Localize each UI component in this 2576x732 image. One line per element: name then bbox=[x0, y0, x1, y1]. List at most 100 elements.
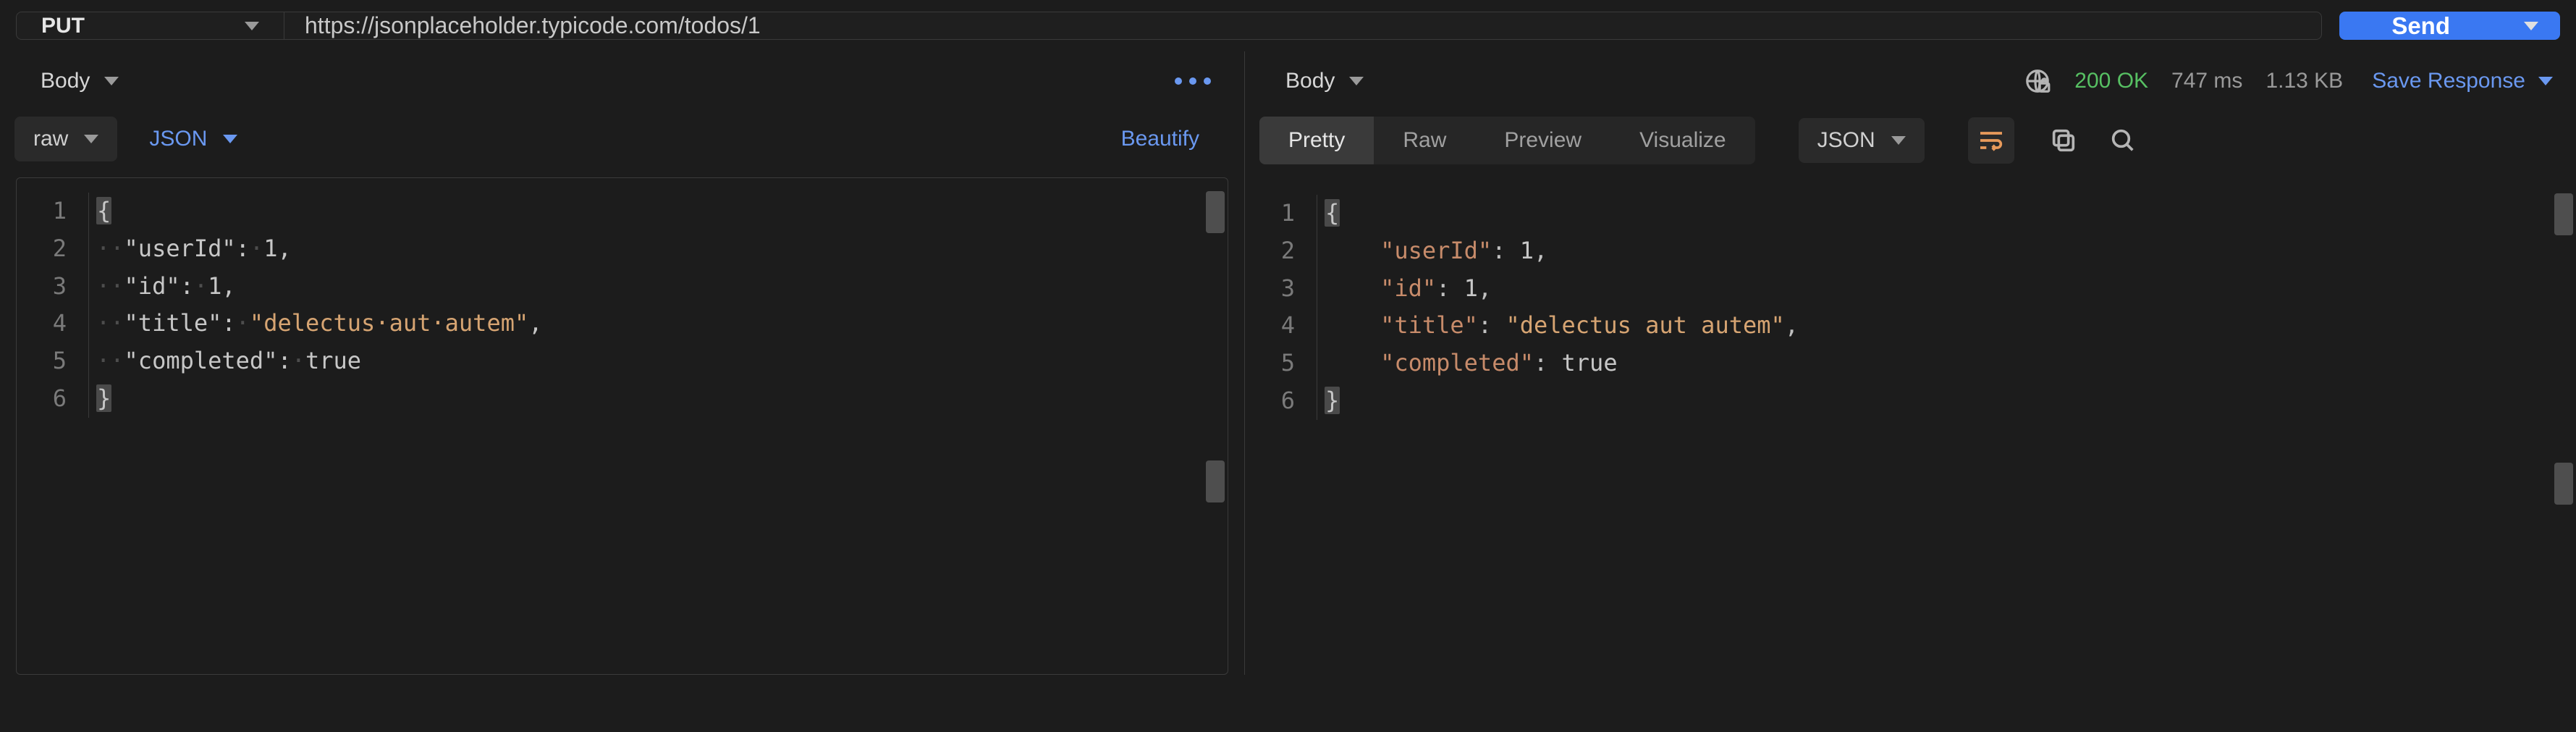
response-time: 747 ms bbox=[2171, 69, 2242, 93]
send-button[interactable]: Send bbox=[2339, 12, 2502, 40]
scrollbar-thumb[interactable] bbox=[2554, 463, 2573, 505]
code-line: 5··"completed":·true bbox=[17, 342, 1228, 380]
globe-icon bbox=[2024, 67, 2051, 95]
view-tab-visualize[interactable]: Visualize bbox=[1610, 117, 1755, 164]
view-tab-preview[interactable]: Preview bbox=[1475, 117, 1610, 164]
code-line: 4··"title":·"delectus·aut·autem", bbox=[17, 305, 1228, 342]
status-code: 200 OK bbox=[2074, 69, 2148, 93]
chevron-down-icon bbox=[1349, 77, 1364, 85]
line-content: "userId": 1, bbox=[1317, 232, 1547, 270]
line-content: } bbox=[1317, 382, 1340, 420]
dot-icon bbox=[1204, 77, 1211, 85]
code-line: 5 "completed": true bbox=[1245, 345, 2576, 382]
request-tab-row: Body bbox=[0, 51, 1244, 111]
chevron-down-icon bbox=[2538, 77, 2553, 85]
response-size: 1.13 KB bbox=[2265, 69, 2343, 93]
body-format-value: JSON bbox=[149, 127, 207, 151]
copy-icon bbox=[2049, 126, 2078, 155]
url-input[interactable] bbox=[284, 12, 2321, 39]
http-method-select[interactable]: PUT bbox=[17, 12, 284, 39]
response-format-select[interactable]: JSON bbox=[1799, 118, 1925, 163]
line-content: ··"completed":·true bbox=[89, 342, 361, 380]
request-editor: 1{2··"userId":·1,3··"id":·1,4··"title":·… bbox=[16, 177, 1228, 675]
response-editor: 1{2 "userId": 1,3 "id": 1,4 "title": "de… bbox=[1245, 180, 2576, 675]
send-options-button[interactable] bbox=[2502, 12, 2560, 40]
tab-body[interactable]: Body bbox=[30, 62, 129, 101]
search-button[interactable] bbox=[2100, 117, 2146, 164]
code-line: 3··"id":·1, bbox=[17, 268, 1228, 306]
line-content: ··"id":·1, bbox=[89, 268, 236, 306]
chevron-down-icon bbox=[223, 135, 237, 143]
request-bar: PUT Send bbox=[0, 0, 2576, 51]
line-number: 2 bbox=[1245, 232, 1317, 270]
scrollbar-thumb[interactable] bbox=[1206, 460, 1225, 502]
body-format-select[interactable]: JSON bbox=[130, 117, 256, 161]
response-view-options: Pretty Raw Preview Visualize JSON bbox=[1245, 111, 2576, 180]
line-content: "id": 1, bbox=[1317, 270, 1492, 308]
send-button-group: Send bbox=[2339, 12, 2560, 40]
code-line: 1{ bbox=[1245, 195, 2576, 232]
line-content: "title": "delectus aut autem", bbox=[1317, 307, 1799, 345]
wrap-icon bbox=[1977, 126, 2006, 155]
line-number: 4 bbox=[1245, 307, 1317, 345]
http-method-value: PUT bbox=[41, 14, 85, 38]
line-number: 6 bbox=[17, 380, 89, 418]
line-number: 5 bbox=[17, 342, 89, 380]
line-number: 1 bbox=[1245, 195, 1317, 232]
response-status: 200 OK 747 ms 1.13 KB bbox=[2024, 67, 2343, 95]
line-number: 5 bbox=[1245, 345, 1317, 382]
line-number: 1 bbox=[17, 193, 89, 230]
code-line: 6} bbox=[1245, 382, 2576, 420]
save-response-label: Save Response bbox=[2372, 69, 2525, 93]
save-response-button[interactable]: Save Response bbox=[2372, 69, 2553, 93]
tab-body[interactable]: Body bbox=[1275, 62, 1374, 101]
response-format-value: JSON bbox=[1817, 128, 1875, 153]
view-tab-pretty[interactable]: Pretty bbox=[1259, 117, 1374, 164]
line-number: 4 bbox=[17, 305, 89, 342]
copy-button[interactable] bbox=[2040, 117, 2087, 164]
request-code-area[interactable]: 1{2··"userId":·1,3··"id":·1,4··"title":·… bbox=[17, 178, 1228, 674]
view-tab-raw[interactable]: Raw bbox=[1374, 117, 1475, 164]
line-content: "completed": true bbox=[1317, 345, 1618, 382]
line-number: 2 bbox=[17, 230, 89, 268]
tab-label: Body bbox=[41, 69, 90, 93]
code-line: 2··"userId":·1, bbox=[17, 230, 1228, 268]
chevron-down-icon bbox=[104, 77, 119, 85]
chevron-down-icon bbox=[1891, 136, 1906, 145]
line-content: { bbox=[89, 193, 111, 230]
code-line: 3 "id": 1, bbox=[1245, 270, 2576, 308]
response-code-area[interactable]: 1{2 "userId": 1,3 "id": 1,4 "title": "de… bbox=[1245, 180, 2576, 675]
tab-label: Body bbox=[1285, 69, 1335, 93]
wrap-lines-button[interactable] bbox=[1968, 117, 2014, 164]
request-pane: Body raw JSON Beautify 1{2··"userId":·1, bbox=[0, 51, 1245, 675]
chevron-down-icon bbox=[245, 22, 259, 30]
code-line: 1{ bbox=[17, 193, 1228, 230]
dot-icon bbox=[1189, 77, 1196, 85]
response-pane: Body 200 OK 747 ms 1.13 KB Save Response bbox=[1245, 51, 2576, 675]
line-content: } bbox=[89, 380, 111, 418]
scrollbar-thumb[interactable] bbox=[2554, 193, 2573, 235]
split-container: Body raw JSON Beautify 1{2··"userId":·1, bbox=[0, 51, 2576, 675]
body-type-value: raw bbox=[33, 127, 68, 151]
request-body-options: raw JSON Beautify bbox=[0, 111, 1244, 177]
search-icon bbox=[2108, 126, 2137, 155]
code-line: 4 "title": "delectus aut autem", bbox=[1245, 307, 2576, 345]
line-number: 3 bbox=[17, 268, 89, 306]
code-line: 2 "userId": 1, bbox=[1245, 232, 2576, 270]
line-number: 6 bbox=[1245, 382, 1317, 420]
response-tab-row: Body 200 OK 747 ms 1.13 KB Save Response bbox=[1245, 51, 2576, 111]
more-options-button[interactable] bbox=[1165, 67, 1221, 95]
code-line: 6} bbox=[17, 380, 1228, 418]
body-type-select[interactable]: raw bbox=[14, 117, 117, 161]
line-content: ··"title":·"delectus·aut·autem", bbox=[89, 305, 543, 342]
chevron-down-icon bbox=[2524, 22, 2538, 30]
scrollbar-thumb[interactable] bbox=[1206, 191, 1225, 233]
line-content: { bbox=[1317, 195, 1340, 232]
chevron-down-icon bbox=[84, 135, 98, 143]
dot-icon bbox=[1175, 77, 1182, 85]
response-view-tabs: Pretty Raw Preview Visualize bbox=[1259, 117, 1755, 164]
method-url-group: PUT bbox=[16, 12, 2322, 40]
beautify-button[interactable]: Beautify bbox=[1121, 127, 1199, 151]
line-number: 3 bbox=[1245, 270, 1317, 308]
line-content: ··"userId":·1, bbox=[89, 230, 292, 268]
